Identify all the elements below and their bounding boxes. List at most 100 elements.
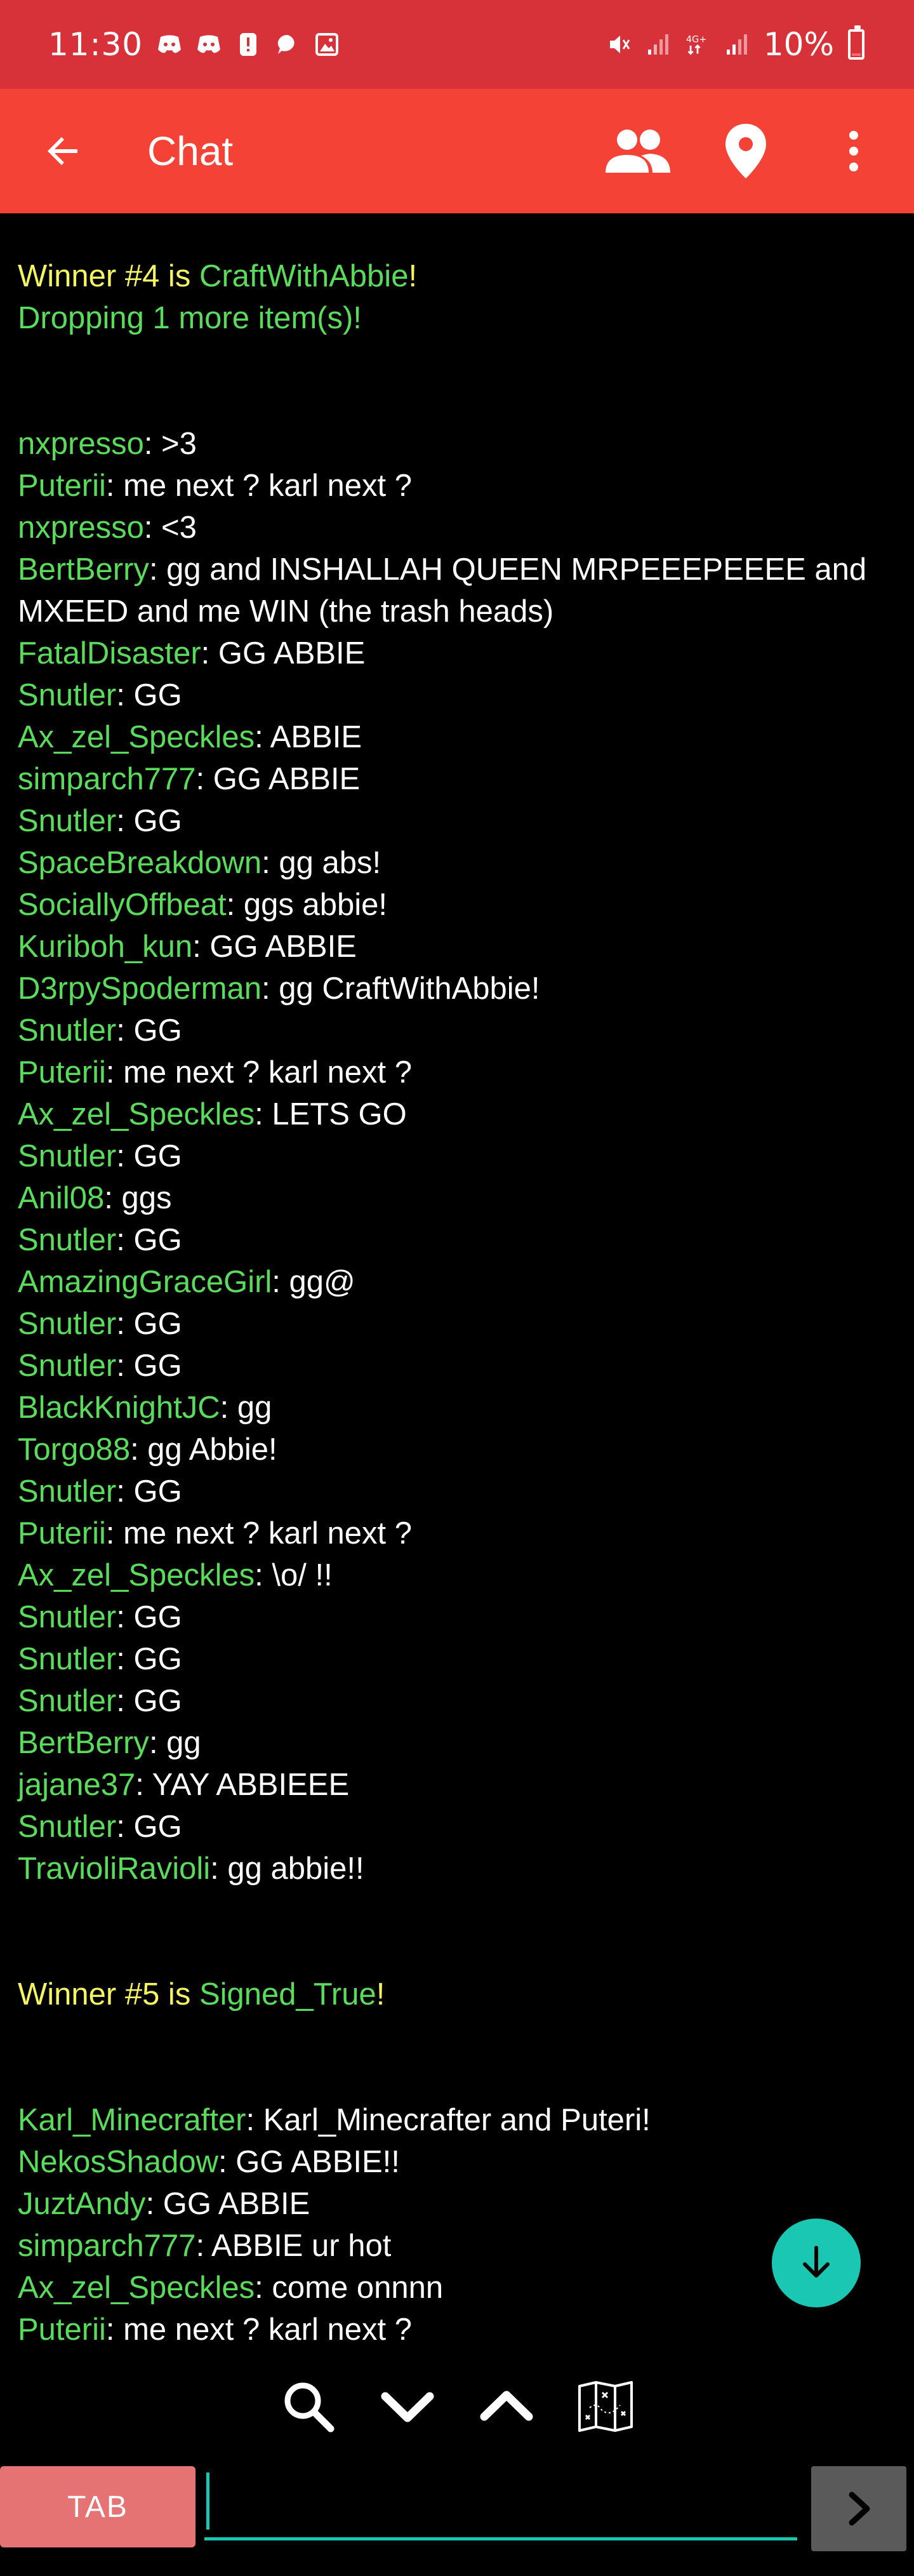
input-row: TAB <box>0 2466 914 2553</box>
chat-message: jajane37: YAY ABBIEEE <box>18 1764 896 1806</box>
4g-icon: 4G+ <box>685 32 710 57</box>
chat-input[interactable] <box>204 2466 797 2540</box>
status-left: 11:30 <box>48 26 340 63</box>
message-username[interactable]: TravioliRavioli <box>18 1852 210 1886</box>
chat-message: Ax_zel_Speckles: come onnnn <box>18 2267 896 2309</box>
map-button[interactable] <box>574 2375 637 2438</box>
app-actions <box>603 116 889 186</box>
message-text: : GG ABBIE <box>201 636 366 671</box>
winner-label: Winner #5 is <box>18 1977 199 2012</box>
chat-message: FatalDisaster: GG ABBIE <box>18 632 896 674</box>
message-username[interactable]: Snutler <box>18 1642 116 1676</box>
message-text: : >3 <box>143 427 197 461</box>
tab-button[interactable]: TAB <box>0 2466 195 2547</box>
message-username[interactable]: NekosShadow <box>18 2145 218 2179</box>
message-text: : GG ABBIE!! <box>218 2145 400 2179</box>
message-username[interactable]: Snutler <box>18 1474 116 1509</box>
drop-announcement: Dropping 1 more item(s)! <box>18 301 362 335</box>
message-username[interactable]: SpaceBreakdown <box>18 846 262 880</box>
message-username[interactable]: Puterii <box>18 469 106 503</box>
message-username[interactable]: D3rpySpoderman <box>18 971 262 1006</box>
message-username[interactable]: Anil08 <box>18 1181 104 1215</box>
message-text: : GG ABBIE <box>195 762 361 796</box>
message-username[interactable]: Snutler <box>18 678 116 712</box>
message-username[interactable]: Snutler <box>18 1013 116 1048</box>
message-username[interactable]: Puterii <box>18 1055 106 1090</box>
message-username[interactable]: simparch777 <box>18 2229 196 2263</box>
chat-message: Snutler: GG <box>18 1680 896 1722</box>
chat-message: Torgo88: gg Abbie! <box>18 1429 896 1471</box>
chat-message: Puterii: me next ? karl next ? <box>18 2309 896 2347</box>
message-text: : GG ABBIE <box>192 930 357 964</box>
discord-icon <box>196 32 222 57</box>
message-username[interactable]: SociallyOffbeat <box>18 888 227 922</box>
message-text: : GG <box>116 1810 182 1844</box>
message-text: : GG <box>116 1600 182 1634</box>
send-button[interactable] <box>811 2466 906 2551</box>
message-username[interactable]: Ax_zel_Speckles <box>18 720 255 754</box>
message-username[interactable]: Puterii <box>18 2312 106 2347</box>
more-options-button[interactable] <box>819 116 889 186</box>
message-text: : GG <box>116 804 182 838</box>
location-button[interactable] <box>711 116 781 186</box>
message-username[interactable]: BlackKnightJC <box>18 1391 220 1425</box>
message-username[interactable]: Torgo88 <box>18 1432 130 1467</box>
message-username[interactable]: Snutler <box>18 1600 116 1634</box>
message-username[interactable]: Snutler <box>18 1223 116 1257</box>
message-username[interactable]: Ax_zel_Speckles <box>18 1097 255 1131</box>
chat-message: D3rpySpoderman: gg CraftWithAbbie! <box>18 968 896 1010</box>
message-username[interactable]: Karl_Minecrafter <box>18 2103 246 2137</box>
message-username[interactable]: Snutler <box>18 804 116 838</box>
message-text: : GG <box>116 1013 182 1048</box>
chat-message: BlackKnightJC: gg <box>18 1387 896 1429</box>
battery-icon <box>848 25 864 60</box>
message-username[interactable]: Snutler <box>18 1307 116 1341</box>
scroll-to-bottom-button[interactable] <box>772 2219 861 2307</box>
message-text: : me next ? karl next ? <box>105 1516 412 1551</box>
message-text: : GG <box>116 1684 182 1718</box>
message-username[interactable]: Snutler <box>18 1810 116 1844</box>
message-username[interactable]: nxpresso <box>18 427 144 461</box>
message-username[interactable]: Ax_zel_Speckles <box>18 2271 255 2305</box>
message-username[interactable]: Kuriboh_kun <box>18 930 192 964</box>
message-username[interactable]: Snutler <box>18 1349 116 1383</box>
more-vert-icon <box>849 131 858 171</box>
back-button[interactable] <box>38 126 89 177</box>
message-username[interactable]: Snutler <box>18 1139 116 1173</box>
chat-message: Snutler: GG <box>18 1596 896 1638</box>
message-username[interactable]: simparch777 <box>18 762 196 796</box>
message-username[interactable]: nxpresso <box>18 511 144 545</box>
scroll-up-button[interactable] <box>475 2375 538 2438</box>
chat-bubble-icon <box>275 32 300 57</box>
mute-icon <box>606 32 632 57</box>
scroll-down-button[interactable] <box>376 2375 439 2438</box>
message-username[interactable]: FatalDisaster <box>18 636 201 671</box>
chat-message: Snutler: GG <box>18 1135 896 1177</box>
message-username[interactable]: Ax_zel_Speckles <box>18 1558 255 1592</box>
message-text: : gg <box>149 1726 201 1760</box>
message-username[interactable]: Puterii <box>18 1516 106 1551</box>
chat-message: Ax_zel_Speckles: \o/ !! <box>18 1554 896 1596</box>
message-username[interactable]: AmazingGraceGirl <box>18 1265 272 1299</box>
chat-message: simparch777: GG ABBIE <box>18 758 896 800</box>
winner-announcement: Winner #5 is Signed_True! <box>18 1973 896 2015</box>
message-text: : gg CraftWithAbbie! <box>262 971 540 1006</box>
location-pin-icon <box>725 124 766 178</box>
message-username[interactable]: JuztAndy <box>18 2187 146 2221</box>
message-text: : GG <box>116 1474 182 1509</box>
winner-name: Signed_True <box>199 1977 376 2012</box>
search-button[interactable] <box>277 2375 340 2438</box>
message-username[interactable]: Snutler <box>18 1684 116 1718</box>
people-button[interactable] <box>603 116 673 186</box>
message-username[interactable]: BertBerry <box>18 1726 149 1760</box>
chevron-down-icon <box>381 2392 434 2422</box>
chat-toolbar <box>0 2362 914 2451</box>
message-username[interactable]: BertBerry <box>18 552 149 587</box>
chat-log[interactable]: Winner #4 is CraftWithAbbie! Dropping 1 … <box>0 213 914 2347</box>
chat-message: AmazingGraceGirl: gg@ <box>18 1261 896 1303</box>
alert-icon <box>235 32 261 57</box>
message-username[interactable]: jajane37 <box>18 1768 135 1802</box>
people-icon <box>606 130 670 173</box>
chat-message: Snutler: GG <box>18 1303 896 1345</box>
message-text: : GG <box>116 1223 182 1257</box>
